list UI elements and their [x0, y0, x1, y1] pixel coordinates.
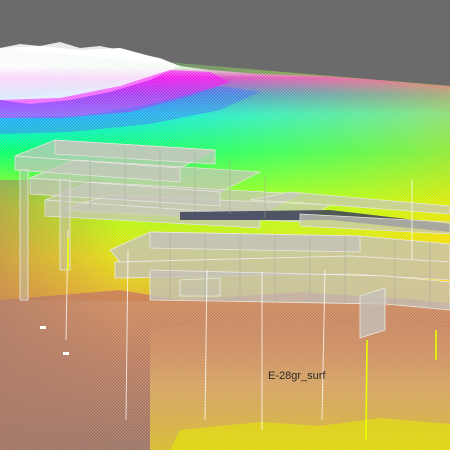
surface-label: E-28gr_surf: [268, 370, 326, 382]
3d-scene[interactable]: [0, 0, 450, 450]
3d-viewport[interactable]: E-28gr_surf: [0, 0, 450, 450]
